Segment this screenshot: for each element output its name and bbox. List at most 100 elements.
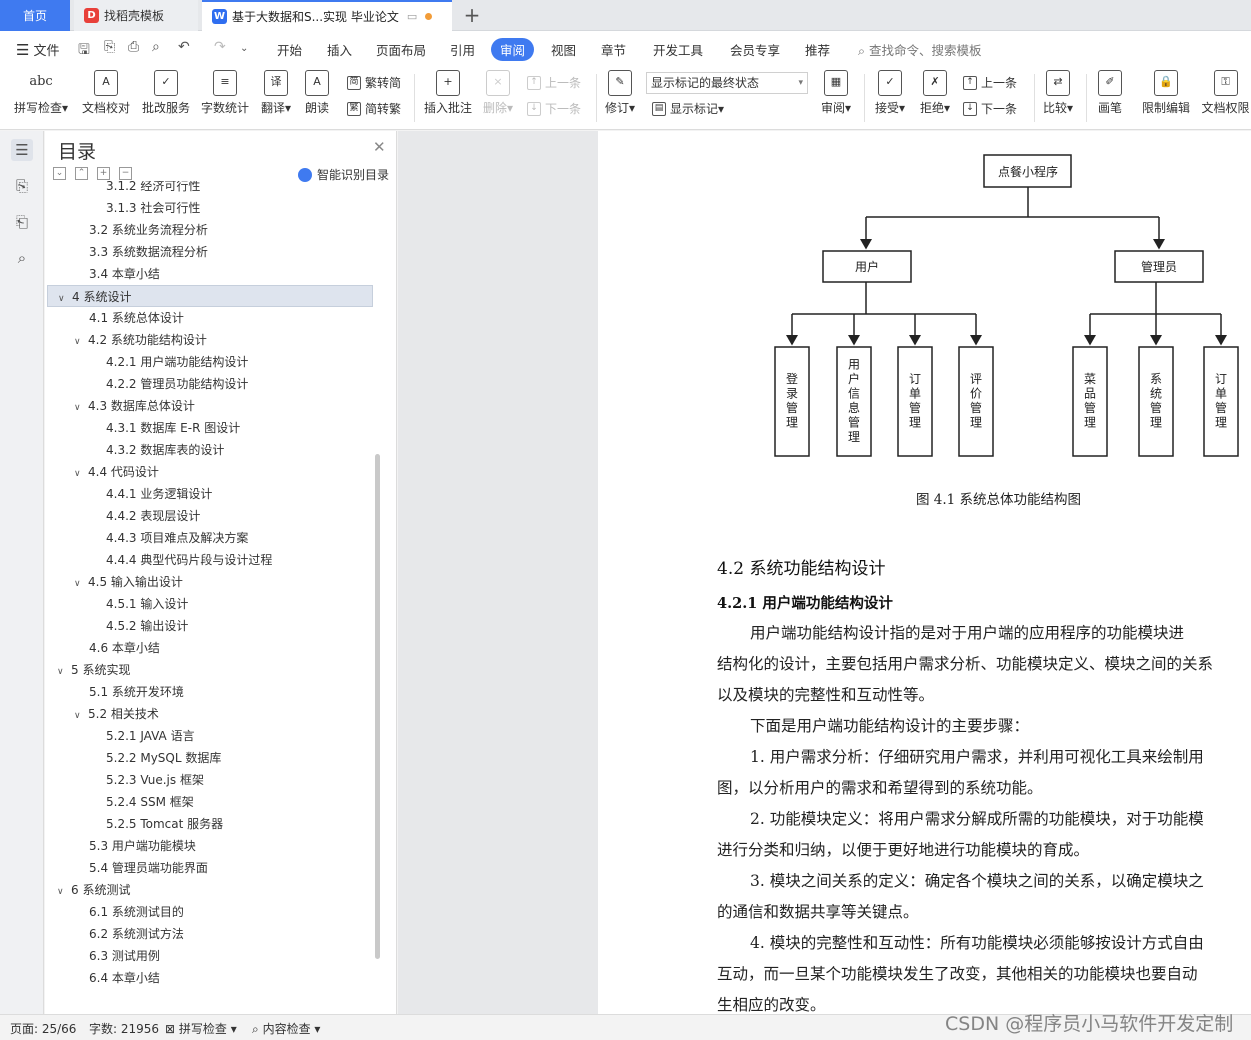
toc-item[interactable]: 4.4.1 业务逻辑设计 [47,483,373,505]
toc-item[interactable]: 3.2 系统业务流程分析 [47,219,373,241]
menu-start[interactable]: 开始 [277,40,302,59]
chevron-down-icon[interactable]: ⌄ [240,43,248,54]
new-tab-button[interactable]: + [460,3,484,27]
word-count[interactable]: 字数: 21956 [89,1020,159,1037]
prev-revision-button[interactable]: ↑ 上一条 [963,74,1017,91]
toc-item[interactable]: 4.4.3 项目难点及解决方案 [47,527,373,549]
word-count-button[interactable]: ≡ 字数统计 [199,70,251,116]
tab-home[interactable]: 首页 [0,0,70,31]
chevron-down-icon[interactable]: ∨ [74,331,88,353]
revise-button[interactable]: ✎ 修订▾ [603,70,637,116]
toc-item[interactable]: 3.4 本章小结 [47,263,373,285]
reject-button[interactable]: ✗ 拒绝▾ [917,70,953,116]
toc-panel-icon[interactable]: ☰ [11,139,33,161]
toc-item[interactable]: ∨ 4.5 输入输出设计 [47,571,373,593]
chevron-down-icon[interactable]: ∨ [57,661,71,683]
status-spell-check[interactable]: ⊠ 拼写检查 ▾ [165,1020,237,1037]
delete-comment-button[interactable]: × 删除▾ [480,70,516,116]
menu-chapter[interactable]: 章节 [601,40,626,59]
pen-button[interactable]: ✐ 画笔 [1094,70,1126,116]
toc-item[interactable]: 4.2.2 管理员功能结构设计 [47,373,373,395]
toc-item[interactable]: 6.3 测试用例 [47,945,373,967]
prev-comment-button[interactable]: ↑ 上一条 [527,74,581,91]
toc-item[interactable]: ∨ 5 系统实现 [47,659,373,681]
markup-state-select[interactable]: 显示标记的最终状态 ▾ [646,72,808,94]
toc-item[interactable]: ∨ 4.2 系统功能结构设计 [47,329,373,351]
add-heading-icon[interactable]: + [97,167,110,180]
accept-button[interactable]: ✓ 接受▾ [872,70,908,116]
read-aloud-button[interactable]: A 朗读 [302,70,332,116]
close-icon[interactable]: ✕ [373,138,386,156]
collapse-all-icon[interactable]: ⌄ [53,167,66,180]
toc-item[interactable]: ∨ 5.2 相关技术 [47,703,373,725]
toc-item[interactable]: ∨ 4 系统设计 [47,285,373,307]
toc-item[interactable]: ∨ 4.4 代码设计 [47,461,373,483]
toc-item[interactable]: ∨ 4.3 数据库总体设计 [47,395,373,417]
show-marks-button[interactable]: ▤ 显示标记 ▾ [652,100,724,117]
chevron-down-icon[interactable]: ∨ [57,881,71,903]
preview-icon[interactable]: ⌕ [152,39,160,55]
toc-item[interactable]: 4.4.2 表现层设计 [47,505,373,527]
toc-item[interactable]: 4.1 系统总体设计 [47,307,373,329]
review-pane-button[interactable]: ▦ 审阅▾ [818,70,854,116]
status-content-check[interactable]: ⌕ 内容检查 ▾ [252,1020,320,1037]
toc-item[interactable]: 4.6 本章小结 [47,637,373,659]
nav-pane-icon[interactable]: ⎘ [11,175,33,197]
chevron-down-icon[interactable]: ∨ [74,573,88,595]
toc-item[interactable]: 3.3 系统数据流程分析 [47,241,373,263]
toc-item[interactable]: 3.1.3 社会可行性 [47,197,373,219]
remove-heading-icon[interactable]: − [119,167,132,180]
chevron-down-icon[interactable]: ∨ [74,397,88,419]
toc-item[interactable]: 4.3.2 数据库表的设计 [47,439,373,461]
toc-item[interactable]: 5.2.4 SSM 框架 [47,791,373,813]
batch-service-button[interactable]: ✓ 批改服务 [140,70,192,116]
page-indicator[interactable]: 页面: 25/66 [10,1020,76,1037]
expand-icon[interactable]: ⌃ [75,167,88,180]
next-revision-button[interactable]: ↓ 下一条 [963,100,1017,117]
menu-devtools[interactable]: 开发工具 [653,40,703,59]
toc-item[interactable]: 4.5.1 输入设计 [47,593,373,615]
document-page[interactable]: 点餐小程序 用户 管理员 登录管理 用户信息管理 订单管理 评价管理 菜品管理 系统管理 订… [598,131,1251,1014]
doc-check-button[interactable]: A 文档校对 [80,70,132,116]
undo-icon[interactable]: ↶ [178,39,190,55]
menu-review[interactable]: 审阅 [491,38,535,61]
trad-to-simp-button[interactable]: 简繁转简 [347,74,401,91]
compare-button[interactable]: ⇄ 比较▾ [1040,70,1076,116]
toc-item[interactable]: 4.5.2 输出设计 [47,615,373,637]
save-icon[interactable]: 🖫 [78,39,90,63]
toc-item[interactable]: 5.4 管理员端功能界面 [47,857,373,879]
chevron-down-icon[interactable]: ∨ [74,705,88,727]
tab-template[interactable]: D 找稻壳模板 [74,0,198,31]
toc-item[interactable]: 6.4 本章小结 [47,967,373,989]
menu-member[interactable]: 会员专享 [730,40,780,59]
chevron-down-icon[interactable]: ∨ [74,463,88,485]
toc-item[interactable]: 5.1 系统开发环境 [47,681,373,703]
toc-item[interactable]: 6.2 系统测试方法 [47,923,373,945]
menu-insert[interactable]: 插入 [327,40,352,59]
toc-item[interactable]: 4.3.1 数据库 E-R 图设计 [47,417,373,439]
menu-recommend[interactable]: 推荐 [805,40,830,59]
menu-view[interactable]: 视图 [551,40,576,59]
toc-item[interactable]: 5.2.2 MySQL 数据库 [47,747,373,769]
translate-button[interactable]: 译翻译▾ [258,70,294,116]
export-icon[interactable]: ⎘ [104,39,115,55]
toc-item[interactable]: ∨ 6 系统测试 [47,879,373,901]
menu-layout[interactable]: 页面布局 [376,40,426,59]
monitor-icon[interactable]: ▭ [407,10,417,23]
insert-comment-button[interactable]: + 插入批注 [424,70,472,116]
redo-icon[interactable]: ↷ [214,39,226,55]
toc-scrollbar[interactable] [375,454,380,959]
file-menu[interactable]: ☰ 文件 [16,40,59,59]
next-comment-button[interactable]: ↓ 下一条 [527,100,581,117]
menu-reference[interactable]: 引用 [450,40,475,59]
tab-document[interactable]: W 基于大数据和S...实现 毕业论文 ▭ [202,0,452,31]
toc-item[interactable]: 5.2.5 Tomcat 服务器 [47,813,373,835]
toc-item[interactable]: 5.2.1 JAVA 语言 [47,725,373,747]
toc-item[interactable]: 6.1 系统测试目的 [47,901,373,923]
restrict-edit-button[interactable]: 🔒 限制编辑 [1140,70,1192,116]
toc-item[interactable]: 3.1.2 经济可行性 [47,181,373,197]
toc-item[interactable]: 5.3 用户端功能模块 [47,835,373,857]
simp-to-trad-button[interactable]: 繁简转繁 [347,100,401,117]
spell-check-button[interactable]: abc 拼写检查▾ [12,70,70,116]
doc-permission-button[interactable]: ⚿ 文档权限 [1200,70,1251,116]
